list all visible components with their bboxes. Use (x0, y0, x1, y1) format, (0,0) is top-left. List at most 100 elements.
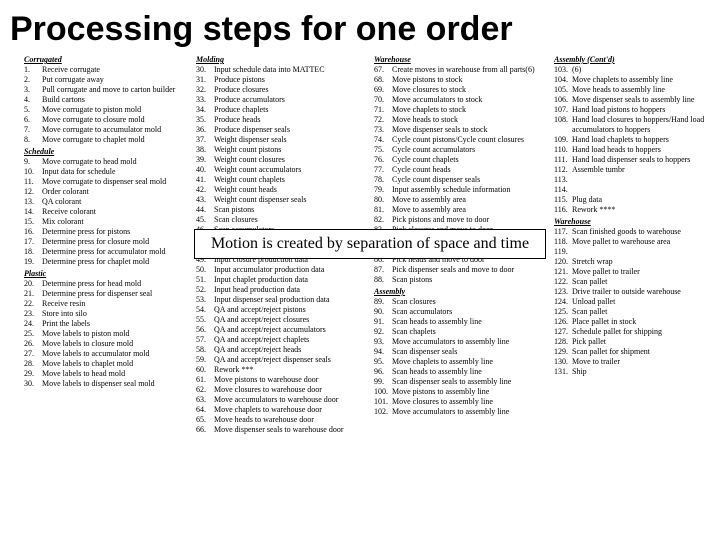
list-item: 8.Move corrugate to chaplet mold (24, 135, 194, 145)
list-item: 1.Receive corrugate (24, 65, 194, 75)
step-text: Hand load dispenser seals to hoppers (572, 155, 720, 165)
list-item: 28.Move labels to chaplet mold (24, 359, 194, 369)
page-title: Processing steps for one order (10, 10, 720, 49)
step-text: QA and accept/reject closures (214, 315, 376, 325)
step-text: Move labels to chaplet mold (42, 359, 194, 369)
step-text: Pick pallet (572, 337, 720, 347)
step-number: 45. (196, 215, 214, 225)
list-item: 119. (554, 247, 720, 257)
step-number: 112. (554, 165, 572, 175)
list-item: 3.Pull corrugate and move to carton buil… (24, 85, 194, 95)
step-number: 36. (196, 125, 214, 135)
step-number: 59. (196, 355, 214, 365)
list-item: 61.Move pistons to warehouse door (196, 375, 376, 385)
step-text: Cycle count accumulators (392, 145, 554, 155)
list-item: 92.Scan chaplets (374, 327, 554, 337)
step-number: 20. (24, 279, 42, 289)
step-text: Input chaplet production data (214, 275, 376, 285)
step-text: Schedule pallet for shipping (572, 327, 720, 337)
step-text: Pick pistons and move to door (392, 215, 554, 225)
step-number: 108. (554, 115, 572, 135)
list-item: 22.Receive resin (24, 299, 194, 309)
step-number: 9. (24, 157, 42, 167)
list-item: 27.Move labels to accumulator mold (24, 349, 194, 359)
step-number: 30. (24, 379, 42, 389)
step-number: 82. (374, 215, 392, 225)
step-text: Input assembly schedule information (392, 185, 554, 195)
list-item: 68.Move pistons to stock (374, 75, 554, 85)
list-item: 56.QA and accept/reject accumulators (196, 325, 376, 335)
step-text: Move dispenser seals to warehouse door (214, 425, 376, 435)
step-number: 17. (24, 237, 42, 247)
step-text: Weight dispenser seals (214, 135, 376, 145)
step-number: 80. (374, 195, 392, 205)
step-number: 31. (196, 75, 214, 85)
list-item: 101.Move closures to assembly line (374, 397, 554, 407)
list-item: 33.Produce accumulators (196, 95, 376, 105)
list-item: 89.Scan closures (374, 297, 554, 307)
step-text: Scan closures (214, 215, 376, 225)
list-item: 63.Move accumulators to warehouse door (196, 395, 376, 405)
list-item: 118.Move pallet to warehouse area (554, 237, 720, 247)
step-text: Move dispenser seals to assembly line (572, 95, 720, 105)
step-text: Drive trailer to outside warehouse (572, 287, 720, 297)
step-text: Scan closures (392, 297, 554, 307)
step-number: 11. (24, 177, 42, 187)
step-number: 13. (24, 197, 42, 207)
list-item: 113. (554, 175, 720, 185)
step-text: Determine press for head mold (42, 279, 194, 289)
list-item: 127.Schedule pallet for shipping (554, 327, 720, 337)
step-number: 21. (24, 289, 42, 299)
step-number: 91. (374, 317, 392, 327)
step-text: Produce closures (214, 85, 376, 95)
step-text: Move chaplets to assembly line (392, 357, 554, 367)
step-text: Move heads to stock (392, 115, 554, 125)
step-number: 76. (374, 155, 392, 165)
list-item: 105.Move heads to assembly line (554, 85, 720, 95)
list-item: 32.Produce closures (196, 85, 376, 95)
list-item: 82.Pick pistons and move to door (374, 215, 554, 225)
step-number: 77. (374, 165, 392, 175)
step-text: Move labels to head mold (42, 369, 194, 379)
step-text: Input data for schedule (42, 167, 194, 177)
step-number: 78. (374, 175, 392, 185)
step-number: 93. (374, 337, 392, 347)
step-number: 26. (24, 339, 42, 349)
list-item: 6.Move corrugate to closure mold (24, 115, 194, 125)
list-item: 70.Move accumulators to stock (374, 95, 554, 105)
list-item: 36.Produce dispenser seals (196, 125, 376, 135)
step-text: Weight count dispenser seals (214, 195, 376, 205)
step-text: QA and accept/reject chaplets (214, 335, 376, 345)
list-item: 94.Scan dispenser seals (374, 347, 554, 357)
step-number: 62. (196, 385, 214, 395)
list-item: 53.Input dispenser seal production data (196, 295, 376, 305)
list-item: 87.Pick dispenser seals and move to door (374, 265, 554, 275)
step-number: 101. (374, 397, 392, 407)
column-4: Assembly (Cont'd)103.(6)104.Move chaplet… (554, 53, 720, 377)
step-number: 125. (554, 307, 572, 317)
step-text: Rework *** (214, 365, 376, 375)
list-item: 37.Weight dispenser seals (196, 135, 376, 145)
list-item: 109.Hand load chaplets to hoppers (554, 135, 720, 145)
list-item: 44.Scan pistons (196, 205, 376, 215)
list-item: 129.Scan pallet for shipment (554, 347, 720, 357)
list-item: 17.Determine press for closure mold (24, 237, 194, 247)
step-number: 107. (554, 105, 572, 115)
step-text: Determine press for chaplet mold (42, 257, 194, 267)
list-item: 99.Scan dispenser seals to assembly line (374, 377, 554, 387)
step-number: 67. (374, 65, 392, 75)
step-text: Hand load closures to hoppers/Hand load … (572, 115, 720, 135)
step-text: Order colorant (42, 187, 194, 197)
step-text (572, 175, 720, 185)
step-number: 128. (554, 337, 572, 347)
step-number: 30. (196, 65, 214, 75)
list-item: 12.Order colorant (24, 187, 194, 197)
list-item: 64.Move chaplets to warehouse door (196, 405, 376, 415)
step-text: Move labels to piston mold (42, 329, 194, 339)
step-text: Create moves in warehouse from all parts… (392, 65, 554, 75)
step-number: 7. (24, 125, 42, 135)
step-text: Move chaplets to warehouse door (214, 405, 376, 415)
list-item: 7.Move corrugate to accumulator mold (24, 125, 194, 135)
list-item: 29.Move labels to head mold (24, 369, 194, 379)
step-text: Pick dispenser seals and move to door (392, 265, 554, 275)
